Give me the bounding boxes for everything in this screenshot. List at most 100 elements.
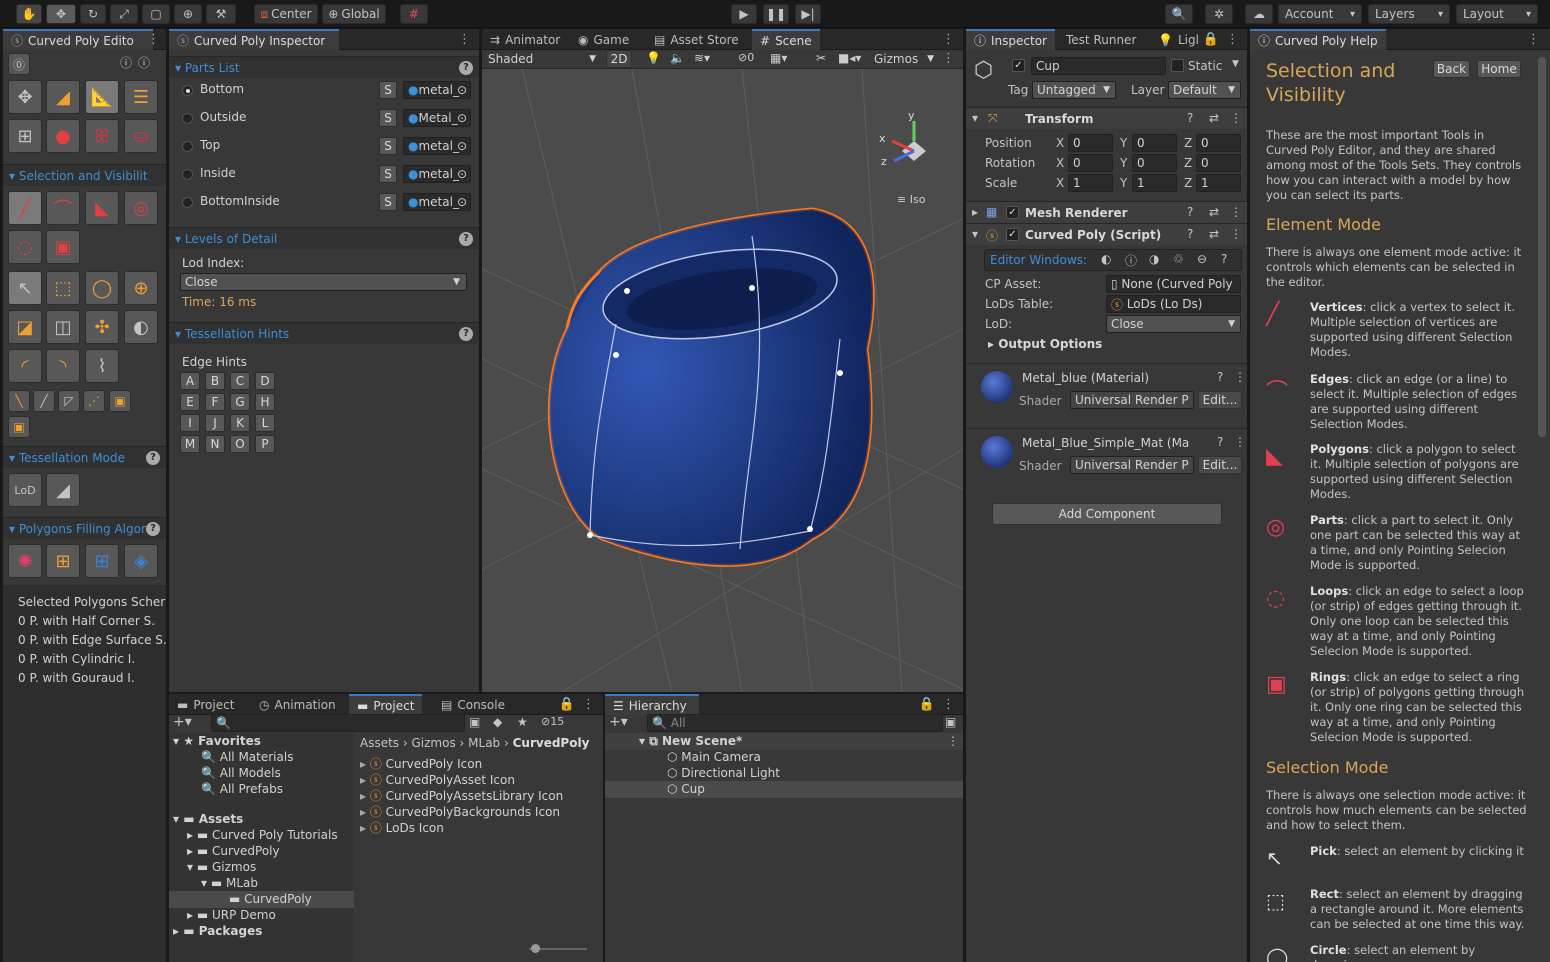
curved-poly-script-header[interactable]: ▾ ⓢ ✓ Curved Poly (Script) ? ⇄ ⋮ xyxy=(966,223,1247,245)
curve-c-icon[interactable]: ⌇ xyxy=(85,349,119,383)
help-icon[interactable]: ? xyxy=(1187,111,1193,125)
part-radio[interactable] xyxy=(182,197,193,208)
part-s-button[interactable]: S xyxy=(379,81,397,99)
tab-curved-poly-help[interactable]: ⓘ Curved Poly Help xyxy=(1250,29,1386,50)
services-icon[interactable]: ✲ xyxy=(1205,4,1233,24)
help-icon[interactable]: ? xyxy=(459,60,473,75)
edge-hint-button[interactable]: A xyxy=(180,372,200,390)
material-preview-icon[interactable] xyxy=(981,371,1013,403)
mesh-renderer-header[interactable]: ▸ ▦ ✓ Mesh Renderer ? ⇄ ⋮ xyxy=(966,201,1247,223)
polygons-mode-icon[interactable]: ◣ xyxy=(85,191,119,225)
part-material-field[interactable]: ● Metal_ ⊙ xyxy=(403,109,471,127)
project-file-item[interactable]: ▸ ⓢ CurvedPoly Icon xyxy=(360,755,482,772)
curve-a-icon[interactable]: ◜ xyxy=(8,349,42,383)
help-icon[interactable]: ? xyxy=(1217,370,1223,384)
object-picker-icon[interactable]: ⊙ xyxy=(457,111,467,125)
help-icon[interactable]: ? xyxy=(1187,227,1193,241)
kebab-icon[interactable]: ⋮ xyxy=(582,697,595,712)
rotate-tool-icon[interactable]: ↻ xyxy=(80,4,106,24)
parts-mode-icon[interactable]: ◎ xyxy=(124,191,158,225)
material-preview-icon[interactable] xyxy=(981,436,1013,468)
tab-animator[interactable]: ⇉ Animator xyxy=(482,29,568,50)
part-material-field[interactable]: ● metal_ ⊙ xyxy=(403,193,471,211)
assets-library-icon[interactable]: ♲ xyxy=(1173,252,1184,266)
hierarchy-item[interactable]: ⬡ Directional Light xyxy=(667,766,780,780)
tab-inspector[interactable]: ⓘ Inspector xyxy=(966,29,1055,50)
help-icon[interactable]: ? xyxy=(146,450,160,465)
kebab-icon[interactable]: ⋮ xyxy=(1230,205,1242,219)
add-component-button[interactable]: Add Component xyxy=(992,503,1222,525)
part-material-field[interactable]: ● metal_ ⊙ xyxy=(403,81,471,99)
kebab-icon[interactable]: ⋮ xyxy=(1234,435,1246,449)
folder-item[interactable]: ▾ ▬ MLab xyxy=(201,876,258,890)
cp-asset-field[interactable]: ▯ None (Curved Poly xyxy=(1106,275,1241,293)
filter-type-icon[interactable]: ▣ xyxy=(469,715,480,729)
tag-dropdown[interactable]: Untagged ▼ xyxy=(1032,81,1116,99)
pause-button[interactable]: ❚❚ xyxy=(763,4,789,24)
custom-tool-icon[interactable]: ⚒ xyxy=(206,4,236,24)
object-picker-icon[interactable]: ⊙ xyxy=(457,195,467,209)
visibility-icon[interactable]: ◐ xyxy=(124,310,158,344)
tab-game[interactable]: ◉ Game xyxy=(570,29,637,50)
camera-icon[interactable]: ■◂▾ xyxy=(838,51,861,65)
curved-poly-checkbox[interactable]: ✓ xyxy=(1006,228,1019,241)
rect-mode-icon[interactable]: ⬚ xyxy=(46,271,80,305)
edge-hint-button[interactable]: P xyxy=(255,435,275,453)
sculpt-icon[interactable]: ● xyxy=(46,119,80,153)
edge-hint-button[interactable]: I xyxy=(180,414,200,432)
tab-lighting[interactable]: 💡 Ligl xyxy=(1150,29,1207,50)
tab-test-runner[interactable]: Test Runner xyxy=(1058,29,1144,50)
help-icon[interactable]: ? xyxy=(1221,252,1227,266)
rotation-field[interactable]: 0 xyxy=(1132,154,1177,172)
add-part-icon[interactable]: ⊞ xyxy=(8,119,42,153)
preset-icon[interactable]: ⇄ xyxy=(1209,205,1219,219)
folder-item[interactable]: ▸ ▬ CurvedPoly xyxy=(187,844,280,858)
help-icon[interactable]: ? xyxy=(1217,435,1223,449)
edit-shader-button[interactable]: Edit... xyxy=(1198,456,1242,474)
edge-hint-button[interactable]: N xyxy=(205,435,225,453)
part-s-button[interactable]: S xyxy=(379,165,397,183)
kebab-icon[interactable]: ⋮ xyxy=(147,32,160,47)
snap-b-icon[interactable]: ╱ xyxy=(33,390,55,412)
position-field[interactable]: 0 xyxy=(1068,134,1113,152)
scale-field[interactable]: 1 xyxy=(1132,174,1177,192)
tools-icon[interactable]: ✂ xyxy=(816,51,826,65)
tab-scene[interactable]: # Scene xyxy=(752,29,820,50)
part-material-field[interactable]: ● metal_ ⊙ xyxy=(403,165,471,183)
gizmos-dropdown[interactable]: Gizmos ▼ xyxy=(870,50,938,68)
section-levels-of-detail[interactable]: ▾ Levels of Detail? xyxy=(169,227,479,249)
static-dropdown-icon[interactable]: ▼ xyxy=(1232,59,1239,69)
kebab-icon[interactable]: ⋮ xyxy=(1230,111,1242,125)
pivot-center-button[interactable]: ⧈ Center xyxy=(254,4,318,24)
static-checkbox[interactable] xyxy=(1171,59,1184,72)
info-icon[interactable]: ⓘ xyxy=(1125,252,1137,269)
create-button[interactable]: +▾ xyxy=(173,714,192,730)
folder-item[interactable]: ▾ ▬ Gizmos xyxy=(187,860,256,874)
grid-icon[interactable]: ▦▾ xyxy=(770,51,787,65)
part-s-button[interactable]: S xyxy=(379,193,397,211)
tab-curved-poly-inspector[interactable]: ⓢ Curved Poly Inspector xyxy=(169,29,339,50)
breadcrumb-item[interactable]: MLab xyxy=(468,736,500,750)
2d-toggle[interactable]: 2D xyxy=(606,50,632,68)
help-icon[interactable]: ? xyxy=(459,231,473,246)
align-icon[interactable]: ☰ xyxy=(124,80,158,114)
part-s-button[interactable]: S xyxy=(379,137,397,155)
layout-dropdown[interactable]: Layout xyxy=(1456,4,1538,24)
project-file-item[interactable]: ▸ ⓢ CurvedPolyAssetsLibrary Icon xyxy=(360,787,563,804)
project-file-item[interactable]: ▸ ⓢ CurvedPolyAsset Icon xyxy=(360,771,515,788)
kebab-icon[interactable]: ⋮ xyxy=(942,697,955,712)
hierarchy-search-input[interactable]: 🔍 All xyxy=(647,714,943,732)
fill-cylindric-icon[interactable]: ⊞ xyxy=(85,544,119,578)
lod-tessellation-icon[interactable]: LoD xyxy=(8,473,42,507)
packages-folder[interactable]: ▸ ▬ Packages xyxy=(173,924,262,938)
create-button[interactable]: +▾ xyxy=(609,714,628,730)
show-all-icon[interactable]: ◪ xyxy=(8,310,42,344)
search-icon[interactable]: 🔍 xyxy=(1165,4,1193,24)
scale-tool-icon[interactable]: ⤢ xyxy=(110,4,138,24)
measure-icon[interactable]: 📐 xyxy=(85,80,119,114)
edge-hint-button[interactable]: J xyxy=(205,414,225,432)
pivot-global-button[interactable]: ⊕ Global xyxy=(322,4,386,24)
object-picker-icon[interactable]: ⊙ xyxy=(457,139,467,153)
section-selection-visibility[interactable]: ▾ Selection and Visibilit xyxy=(3,164,166,186)
position-field[interactable]: 0 xyxy=(1132,134,1177,152)
